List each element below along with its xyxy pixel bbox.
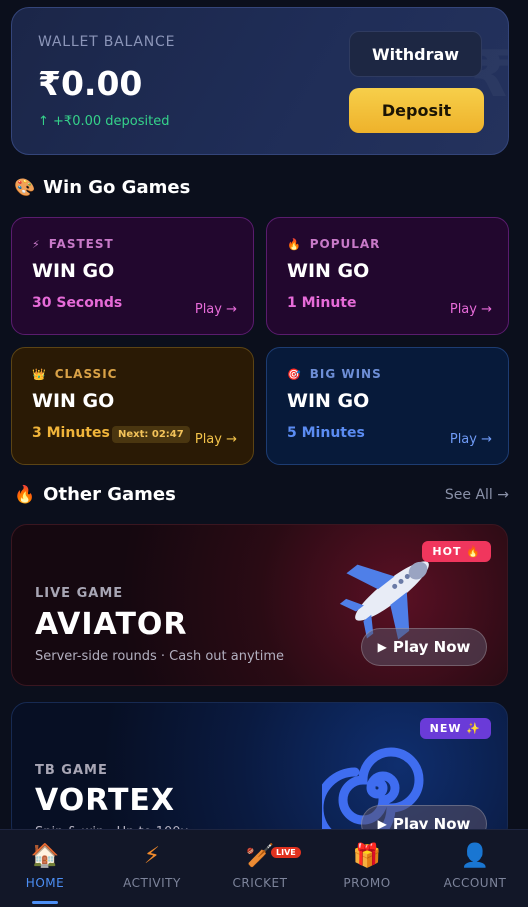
card-title: WIN GO (32, 390, 115, 412)
play-now-button[interactable]: ▶ Play Now (361, 628, 487, 666)
live-badge: LIVE (271, 847, 301, 858)
card-title: WIN GO (287, 260, 370, 282)
cricket-bat-icon: 🏏 (245, 843, 275, 869)
play-icon: ▶ (377, 640, 387, 654)
game-description: Server-side rounds · Cash out anytime (35, 649, 285, 664)
card-duration: 30 Seconds (32, 295, 123, 311)
card-tag: ⚡ FASTEST (32, 237, 114, 251)
card-tag-label: POPULAR (309, 237, 381, 251)
wallet-deposited-text: ↑ +₹0.00 deposited (38, 114, 170, 129)
lightning-icon: ⚡ (143, 843, 161, 869)
card-tag: 🔥 POPULAR (287, 237, 380, 251)
new-badge: NEW ✨ (419, 718, 491, 739)
card-duration: 1 Minute (287, 295, 357, 311)
card-play-link[interactable]: Play → (450, 302, 492, 317)
card-play-link[interactable]: Play → (450, 432, 492, 447)
wingo-card-classic[interactable]: 👑 CLASSIC WIN GO 3 Minutes Next: 02:47 P… (11, 347, 254, 465)
next-round-timer: Next: 02:47 (112, 426, 190, 443)
wingo-card-fastest[interactable]: ⚡ FASTEST WIN GO 30 Seconds Play → (11, 217, 254, 335)
hot-badge: HOT 🔥 (422, 541, 491, 562)
wingo-card-popular[interactable]: 🔥 POPULAR WIN GO 1 Minute Play → (266, 217, 509, 335)
home-icon: 🏠 (30, 843, 60, 869)
nav-promo-label: PROMO (343, 876, 391, 890)
game-banner-vortex[interactable]: NEW ✨ TB GAME VORTEX Spin & win · Up to … (11, 702, 508, 842)
card-title: WIN GO (287, 390, 370, 412)
see-all-link[interactable]: See All → (445, 487, 509, 503)
game-name: AVIATOR (35, 607, 188, 642)
deposit-button[interactable]: Deposit (349, 88, 484, 133)
card-title: WIN GO (32, 260, 115, 282)
card-play-link[interactable]: Play → (195, 432, 237, 447)
game-name: VORTEX (35, 783, 176, 818)
other-games-section-title: 🔥 Other Games (14, 484, 176, 505)
card-tag-label: BIG WINS (309, 367, 382, 381)
withdraw-button[interactable]: Withdraw (349, 31, 482, 77)
active-indicator (32, 901, 58, 904)
nav-activity[interactable]: ⚡ ACTIVITY (99, 830, 205, 907)
card-tag-label: FASTEST (48, 237, 114, 251)
gift-icon: 🎁 (352, 843, 382, 869)
card-play-link[interactable]: Play → (195, 302, 237, 317)
crown-icon: 👑 (32, 367, 47, 381)
nav-home[interactable]: 🏠 HOME (0, 830, 98, 907)
game-kicker: LIVE GAME (35, 586, 124, 601)
bottom-navigation: 🏠 HOME ⚡ ACTIVITY 🏏 LIVE CRICKET 🎁 PROMO… (0, 829, 528, 907)
wallet-balance-label: WALLET BALANCE (38, 34, 176, 50)
game-kicker: TB GAME (35, 763, 108, 778)
wallet-balance-amount: ₹0.00 (38, 64, 143, 103)
nav-home-label: HOME (25, 876, 65, 890)
nav-account[interactable]: 👤 ACCOUNT (422, 830, 528, 907)
nav-cricket-label: CRICKET (232, 876, 288, 890)
nav-cricket[interactable]: 🏏 LIVE CRICKET (207, 830, 313, 907)
play-now-label: Play Now (392, 638, 471, 656)
other-games-section-label: Other Games (43, 484, 176, 505)
nav-account-label: ACCOUNT (443, 876, 507, 890)
fire-icon: 🔥 (287, 237, 302, 251)
lightning-icon: ⚡ (32, 237, 41, 251)
palette-icon: 🎨 (14, 177, 36, 198)
wallet-card: ₹ WALLET BALANCE ₹0.00 ↑ +₹0.00 deposite… (11, 7, 509, 155)
card-duration: 5 Minutes (287, 425, 365, 441)
win-go-section-title: 🎨 Win Go Games (14, 177, 190, 198)
game-banner-aviator[interactable]: HOT 🔥 LIVE GAME AVIATOR Server-side roun… (11, 524, 508, 686)
nav-activity-label: ACTIVITY (123, 876, 181, 890)
card-tag: 🎯 BIG WINS (287, 367, 382, 381)
card-tag-label: CLASSIC (54, 367, 118, 381)
fire-icon: 🔥 (14, 484, 36, 505)
win-go-section-label: Win Go Games (43, 177, 191, 198)
nav-promo[interactable]: 🎁 PROMO (314, 830, 420, 907)
user-icon: 👤 (460, 843, 490, 869)
card-duration: 3 Minutes (32, 425, 110, 441)
card-tag: 👑 CLASSIC (32, 367, 117, 381)
target-icon: 🎯 (287, 367, 302, 381)
wingo-card-big-wins[interactable]: 🎯 BIG WINS WIN GO 5 Minutes Play → (266, 347, 509, 465)
